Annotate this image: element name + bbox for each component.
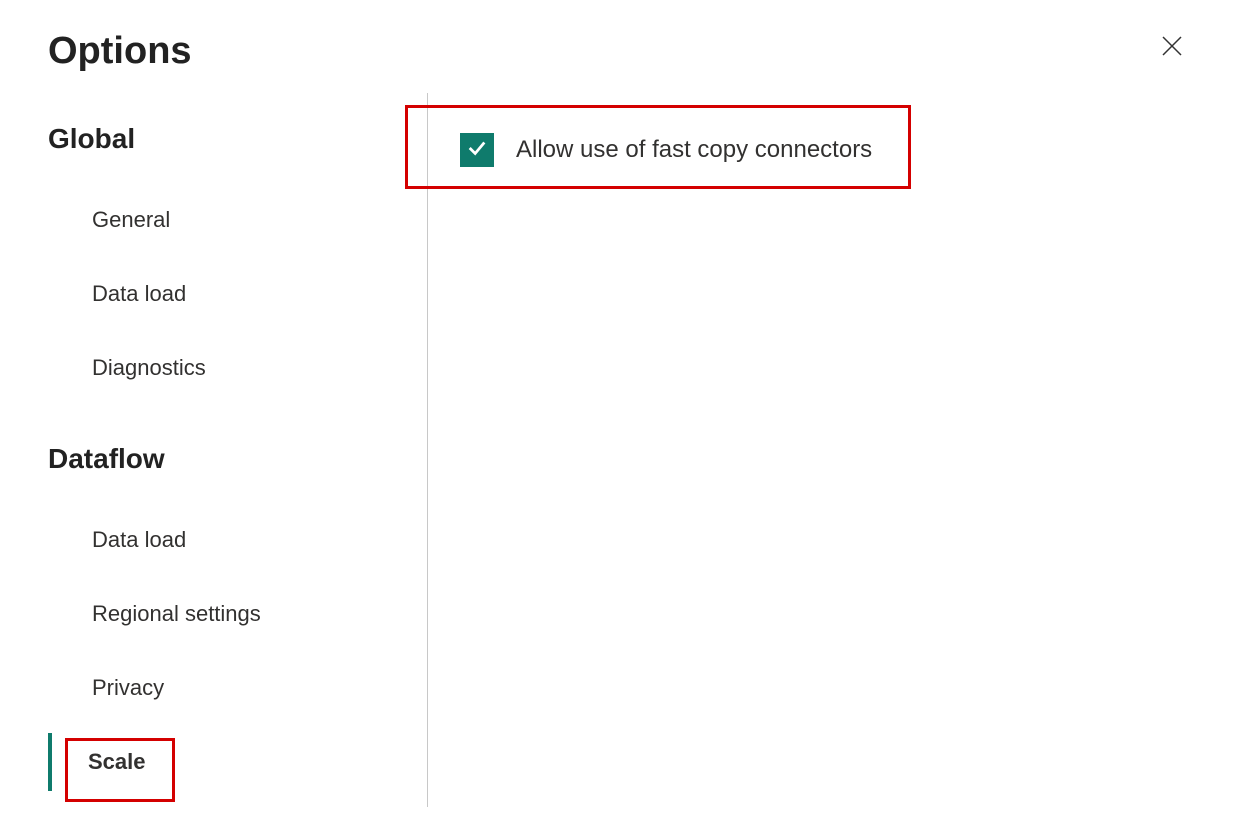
sidebar-item-diagnostics[interactable]: Diagnostics <box>48 339 403 397</box>
sidebar-item-label: Data load <box>92 527 186 552</box>
options-dialog: Options Global General Data load Diagnos… <box>0 0 1240 829</box>
dialog-body: Global General Data load Diagnostics Dat… <box>48 123 1192 807</box>
sidebar-item-label: Scale <box>88 749 146 774</box>
sidebar-item-label: Diagnostics <box>92 355 206 380</box>
fast-copy-label[interactable]: Allow use of fast copy connectors <box>516 136 872 164</box>
sidebar-item-label: Regional settings <box>92 601 261 626</box>
close-button[interactable] <box>1152 30 1192 66</box>
dialog-header: Options <box>48 30 1192 73</box>
sidebar-item-privacy[interactable]: Privacy <box>48 659 403 717</box>
sidebar-item-data-load-global[interactable]: Data load <box>48 265 403 323</box>
section-header-dataflow: Dataflow <box>48 443 403 475</box>
dialog-title: Options <box>48 30 192 73</box>
close-icon <box>1160 34 1184 64</box>
sidebar-item-label: General <box>92 207 170 232</box>
sidebar-item-label: Privacy <box>92 675 164 700</box>
vertical-divider <box>427 93 428 807</box>
sidebar-item-label: Data load <box>92 281 186 306</box>
sidebar-item-general[interactable]: General <box>48 191 403 249</box>
fast-copy-option: Allow use of fast copy connectors <box>452 123 1192 177</box>
checkmark-icon <box>466 137 488 164</box>
sidebar-item-data-load-dataflow[interactable]: Data load <box>48 511 403 569</box>
sidebar-item-scale[interactable]: Scale <box>48 733 403 791</box>
options-sidebar: Global General Data load Diagnostics Dat… <box>48 123 403 807</box>
fast-copy-checkbox[interactable] <box>460 133 494 167</box>
sidebar-item-regional-settings[interactable]: Regional settings <box>48 585 403 643</box>
options-content: Allow use of fast copy connectors <box>452 123 1192 807</box>
section-header-global: Global <box>48 123 403 155</box>
